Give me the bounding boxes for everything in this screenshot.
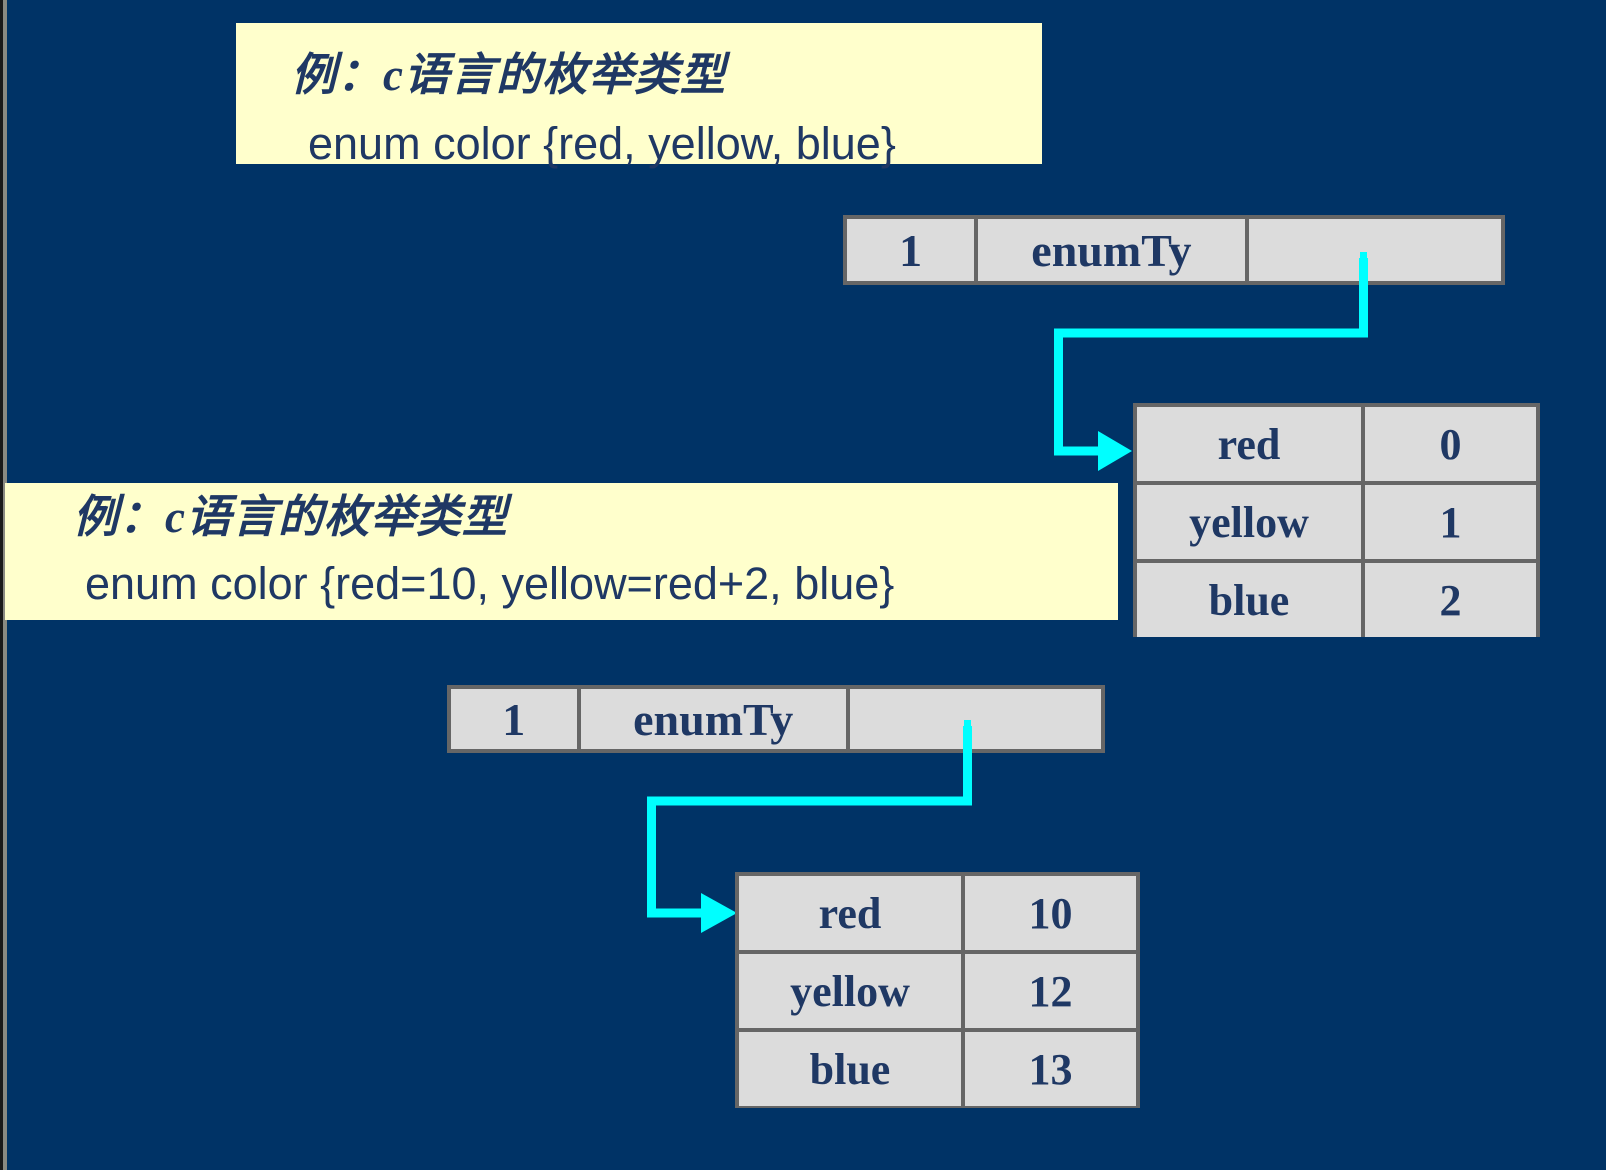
slide-canvas: 例：c语言的枚举类型 enum color {red, yellow, blue… [0, 0, 1606, 1170]
descriptor-cell-type-2: enumTy [580, 689, 846, 749]
enum-value-table-1: red 0 yellow 1 blue 2 [1133, 403, 1540, 637]
enum-name-cell: red [739, 876, 961, 950]
table-row: blue 13 [739, 1032, 1136, 1106]
enum-name-cell: blue [739, 1032, 961, 1106]
enum-descriptor-row-2: 1 enumTy [447, 685, 1105, 753]
descriptor-cell-pointer-1 [1248, 219, 1501, 281]
descriptor-cell-pointer-2 [849, 689, 1101, 749]
callout-code-example-2: enum color {red=10, yellow=red+2, blue} [85, 558, 895, 609]
descriptor-cell-index-1: 1 [847, 219, 975, 281]
enum-descriptor-row-1: 1 enumTy [843, 215, 1505, 285]
pointer-stub-2 [964, 720, 971, 752]
enum-value-cell: 12 [965, 954, 1136, 1028]
callout-label-example-1: 例：c语言的枚举类型 [291, 50, 726, 100]
table-row: red 10 [739, 876, 1136, 950]
enum-value-cell: 2 [1365, 563, 1536, 637]
table-row: blue 2 [1137, 563, 1536, 637]
enum-name-cell: yellow [739, 954, 961, 1028]
enum-name-cell: red [1137, 407, 1361, 481]
table-row: yellow 1 [1137, 485, 1536, 559]
enum-name-cell: blue [1137, 563, 1361, 637]
descriptor-cell-type-1: enumTy [978, 219, 1245, 281]
enum-value-cell: 1 [1365, 485, 1536, 559]
enum-value-cell: 10 [965, 876, 1136, 950]
table-row: red 0 [1137, 407, 1536, 481]
callout-label-example-2: 例：c语言的枚举类型 [73, 492, 508, 542]
callout-box-example-2: 例：c语言的枚举类型 enum color {red=10, yellow=re… [5, 483, 1118, 620]
table-row: yellow 12 [739, 954, 1136, 1028]
enum-name-cell: yellow [1137, 485, 1361, 559]
enum-value-cell: 0 [1365, 407, 1536, 481]
descriptor-cell-index-2: 1 [451, 689, 577, 749]
pointer-stub-1 [1360, 252, 1367, 284]
enum-value-cell: 13 [965, 1032, 1136, 1106]
callout-box-example-1: 例：c语言的枚举类型 enum color {red, yellow, blue… [236, 23, 1042, 169]
callout-code-example-1: enum color {red, yellow, blue} [308, 118, 896, 169]
enum-value-table-2: red 10 yellow 12 blue 13 [735, 872, 1140, 1108]
